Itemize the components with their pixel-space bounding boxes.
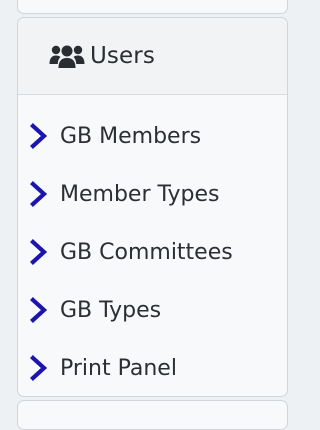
menu-item-label: GB Types: [60, 297, 162, 323]
menu-item-label: Member Types: [60, 181, 220, 207]
menu-item-gb-members[interactable]: GB Members: [18, 107, 287, 165]
menu-item-member-types[interactable]: Member Types: [18, 165, 287, 223]
chevron-right-icon: [30, 181, 48, 207]
menu-item-label: Print Panel: [60, 355, 177, 381]
users-icon: [49, 43, 85, 69]
menu-item-label: GB Members: [60, 123, 202, 149]
previous-panel-card: [17, 0, 288, 14]
users-panel: Users GB Members Member Types GB Committ…: [17, 17, 288, 397]
panel-title: Users: [90, 43, 155, 69]
menu-item-gb-types[interactable]: GB Types: [18, 281, 287, 339]
users-panel-header[interactable]: Users: [18, 18, 287, 95]
menu-item-print-panel[interactable]: Print Panel: [18, 339, 287, 396]
chevron-right-icon: [30, 355, 48, 381]
menu-item-label: GB Committees: [60, 239, 233, 265]
next-panel-card: [17, 400, 288, 430]
menu-item-gb-committees[interactable]: GB Committees: [18, 223, 287, 281]
chevron-right-icon: [30, 239, 48, 265]
chevron-right-icon: [30, 297, 48, 323]
chevron-right-icon: [30, 123, 48, 149]
users-menu: GB Members Member Types GB Committees GB…: [18, 95, 287, 396]
